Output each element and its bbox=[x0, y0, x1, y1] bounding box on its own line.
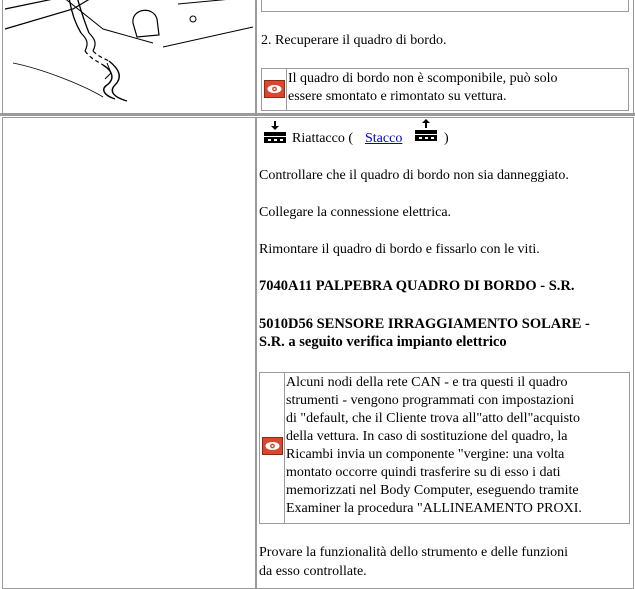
note-icon-cell bbox=[260, 373, 285, 523]
note-icon-cell bbox=[262, 69, 287, 110]
can-note-line: della vettura. In caso di sostituzione d… bbox=[286, 429, 568, 444]
instruction-paragraph: Collegare la connessione elettrica. bbox=[259, 205, 452, 220]
final-instruction-line: Provare la funzionalità dello strumento … bbox=[259, 545, 569, 560]
reference-operation-2-line2: S.R. a seguito verifica impianto elettri… bbox=[259, 334, 507, 350]
final-instruction-line: da esso controllate. bbox=[259, 564, 367, 579]
can-note-line: montato occorre quindi trasferire su di … bbox=[286, 465, 561, 480]
top-note-line: Il quadro di bordo non è scomponibile, p… bbox=[288, 71, 558, 86]
can-note-line: Ricambi invia un componente "vergine: un… bbox=[286, 447, 565, 462]
can-note-line: strumenti - vengono programmati con impo… bbox=[286, 393, 575, 408]
empty-left-cell bbox=[2, 117, 256, 589]
connector-up-icon bbox=[413, 118, 439, 149]
connector-down-icon bbox=[262, 120, 288, 151]
illustration-cell bbox=[2, 0, 256, 114]
can-note-line: memorizzati nel Body Computer, eseguendo… bbox=[286, 483, 579, 498]
instruction-paragraph: Controllare che il quadro di bordo non s… bbox=[259, 168, 569, 183]
eye-warning-icon bbox=[264, 80, 285, 98]
top-note-line: essere smontato e rimontato su vettura. bbox=[288, 89, 507, 104]
step-text: 2. Recuperare il quadro di bordo. bbox=[261, 33, 447, 48]
reference-operation-1: 7040A11 PALPEBRA QUADRO DI BORDO - S.R. bbox=[259, 278, 575, 294]
can-note-text: Alcuni nodi della rete CAN - e tra quest… bbox=[286, 374, 582, 518]
section-separator bbox=[0, 113, 635, 116]
remove-link[interactable]: Stacco bbox=[365, 130, 402, 147]
top-note-text: Il quadro di bordo non è scomponibile, p… bbox=[288, 70, 557, 106]
can-note-line: Examiner la procedura "ALLINEAMENTO PROX… bbox=[286, 501, 582, 516]
eye-warning-icon bbox=[262, 437, 283, 455]
can-note-box: Alcuni nodi della rete CAN - e tra quest… bbox=[259, 372, 630, 524]
instruction-paragraph: Rimontare il quadro di bordo e fissarlo … bbox=[259, 242, 540, 257]
refit-label: Riattacco ( bbox=[292, 131, 354, 146]
reference-operation-2-line1: 5010D56 SENSORE IRRAGGIAMENTO SOLARE - bbox=[259, 316, 590, 332]
close-paren: ) bbox=[444, 131, 449, 146]
dashboard-wiring-illustration bbox=[4, 0, 254, 102]
top-note-box: Il quadro di bordo non è scomponibile, p… bbox=[261, 68, 629, 111]
can-note-line: di "default, che il Cliente trova all"at… bbox=[286, 411, 580, 426]
previous-note-box bbox=[261, 0, 629, 12]
refit-header: Riattacco ( Stacco ) bbox=[262, 118, 502, 151]
can-note-line: Alcuni nodi della rete CAN - e tra quest… bbox=[286, 375, 568, 390]
